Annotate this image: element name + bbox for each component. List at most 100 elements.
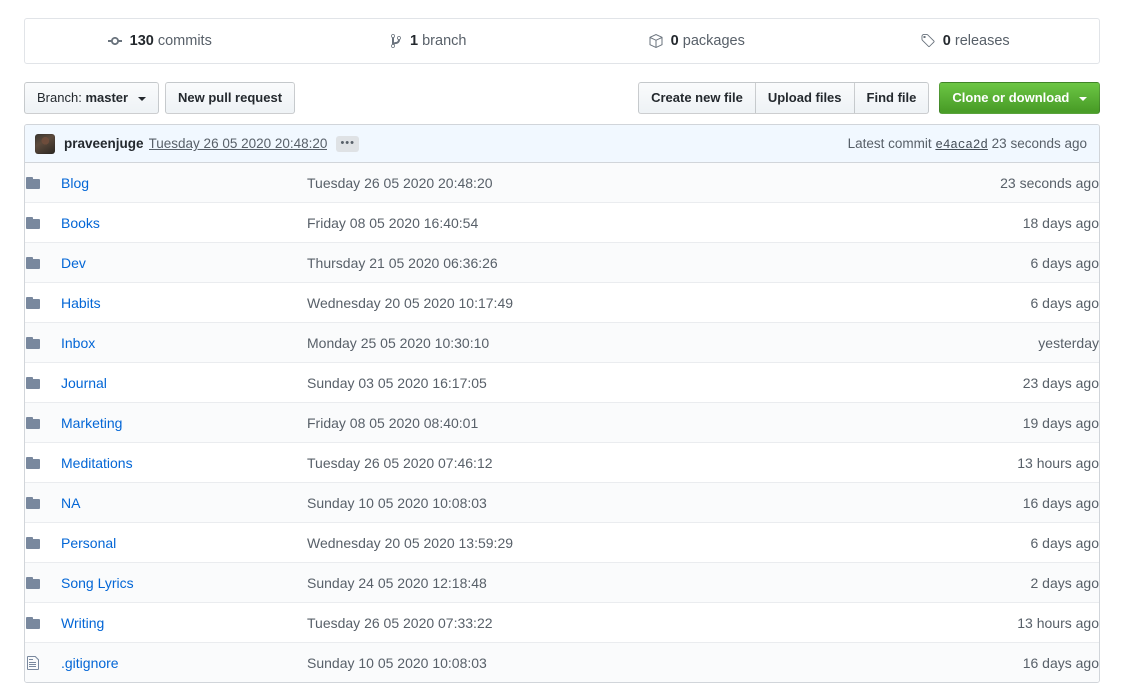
- commit-message-cell: Tuesday 26 05 2020 20:48:20: [307, 163, 919, 203]
- commit-message-link[interactable]: Friday 08 05 2020 16:40:54: [307, 215, 478, 231]
- summary-item-packages: 0 packages: [562, 19, 831, 63]
- commit-message-cell: Friday 08 05 2020 16:40:54: [307, 203, 919, 243]
- commit-message-link[interactable]: Sunday 10 05 2020 10:08:03: [307, 495, 487, 511]
- commit-age-cell: 6 days ago: [919, 523, 1099, 563]
- avatar: [35, 134, 55, 154]
- commit-author-link[interactable]: praveenjuge: [64, 136, 144, 151]
- folder-icon: [25, 203, 61, 243]
- expand-commit-message-button[interactable]: •••: [336, 136, 359, 152]
- file-name-link[interactable]: Dev: [61, 255, 86, 271]
- folder-icon: [25, 243, 61, 283]
- commit-age-cell: 18 days ago: [919, 203, 1099, 243]
- table-row[interactable]: BlogTuesday 26 05 2020 20:48:2023 second…: [25, 163, 1099, 203]
- branch-name-label: master: [85, 90, 128, 105]
- table-row[interactable]: Habits Wednesday 20 05 2020 10:17:49 6 day…: [25, 283, 1099, 323]
- commit-message-link[interactable]: Sunday 24 05 2020 12:18:48: [307, 575, 487, 591]
- table-row[interactable]: MarketingFriday 08 05 2020 08:40:0119 da…: [25, 403, 1099, 443]
- files-table-body: BlogTuesday 26 05 2020 20:48:2023 second…: [25, 163, 1099, 682]
- file-name-cell: Marketing: [61, 403, 307, 443]
- file-name-cell: Inbox: [61, 323, 307, 363]
- create-new-file-button[interactable]: Create new file: [638, 82, 755, 114]
- releases-label: releases: [955, 33, 1010, 49]
- table-row[interactable]: Books Friday 08 05 2020 16:40:54 18 days a…: [25, 203, 1099, 243]
- file-name-link[interactable]: Song Lyrics: [61, 575, 134, 591]
- commit-message-link[interactable]: Tuesday 26 05 2020 20:48:20: [307, 175, 493, 191]
- summary-item-commits: 130 commits: [25, 19, 294, 63]
- releases-link[interactable]: 0 releases: [920, 33, 1010, 49]
- commit-message-cell: Friday 08 05 2020 08:40:01: [307, 403, 919, 443]
- table-row[interactable]: Journal Sunday 03 05 2020 16:17:05 23 days…: [25, 363, 1099, 403]
- branch-select-button[interactable]: Branch: master: [24, 82, 159, 114]
- table-row[interactable]: WritingTuesday 26 05 2020 07:33:2213 hou…: [25, 603, 1099, 643]
- packages-label: packages: [683, 33, 745, 49]
- file-name-link[interactable]: Books: [61, 215, 100, 231]
- table-row[interactable]: .gitignoreSunday 10 05 2020 10:08:0316 d…: [25, 643, 1099, 683]
- commit-age-cell: 13 hours ago: [919, 443, 1099, 483]
- folder-icon: [25, 483, 61, 523]
- file-name-cell: Meditations: [61, 443, 307, 483]
- commit-message-cell: Thursday 21 05 2020 06:36:26: [307, 243, 919, 283]
- repository-files-page: 130 commits 1 branch: [0, 0, 1122, 685]
- branches-link[interactable]: 1 branch: [389, 33, 466, 49]
- summary-item-branches: 1 branch: [294, 19, 563, 63]
- commit-message-link[interactable]: Thursday 21 05 2020 06:36:26: [307, 255, 498, 271]
- table-row[interactable]: InboxMonday 25 05 2020 10:30:10yesterday: [25, 323, 1099, 363]
- packages-link[interactable]: 0 packages: [648, 33, 745, 49]
- file-name-link[interactable]: Writing: [61, 615, 104, 631]
- table-row[interactable]: NASunday 10 05 2020 10:08:0316 days ago: [25, 483, 1099, 523]
- file-name-link[interactable]: Habits: [61, 295, 101, 311]
- file-name-link[interactable]: Blog: [61, 175, 89, 191]
- commit-sha-link[interactable]: e4aca2d: [935, 138, 988, 152]
- git-commit-icon: [107, 33, 123, 49]
- file-name-link[interactable]: Personal: [61, 535, 116, 551]
- commit-message-cell: Sunday 03 05 2020 16:17:05: [307, 363, 919, 403]
- commits-count: 130: [130, 33, 154, 49]
- file-name-cell: NA: [61, 483, 307, 523]
- file-name-link[interactable]: NA: [61, 495, 80, 511]
- commits-link[interactable]: 130 commits: [107, 33, 212, 49]
- file-name-cell: Journal: [61, 363, 307, 403]
- table-row[interactable]: Personal Wednesday 20 05 2020 13:59:29 6 d…: [25, 523, 1099, 563]
- file-buttons-group: Create new file Upload files Find file: [638, 82, 929, 114]
- commit-message-link[interactable]: Wednesday 20 05 2020 13:59:29: [307, 535, 513, 551]
- commit-age-cell: 23 days ago: [919, 363, 1099, 403]
- new-pull-request-button[interactable]: New pull request: [165, 82, 295, 114]
- folder-icon: [25, 523, 61, 563]
- commit-message-link[interactable]: Sunday 03 05 2020 16:17:05: [307, 375, 487, 391]
- files-table: BlogTuesday 26 05 2020 20:48:2023 second…: [25, 163, 1099, 682]
- file-name-cell: Song Lyrics: [61, 563, 307, 603]
- file-name-link[interactable]: .gitignore: [61, 655, 119, 671]
- file-name-link[interactable]: Inbox: [61, 335, 95, 351]
- find-file-button[interactable]: Find file: [854, 82, 930, 114]
- table-row[interactable]: Song LyricsSunday 24 05 2020 12:18:482 d…: [25, 563, 1099, 603]
- latest-commit-age: 23 seconds ago: [992, 136, 1087, 151]
- file-navigation-toolbar: Branch: master New pull request Create n…: [24, 82, 1100, 116]
- table-row[interactable]: DevThursday 21 05 2020 06:36:266 days ag…: [25, 243, 1099, 283]
- commit-message-link[interactable]: Friday 08 05 2020 08:40:01: [307, 415, 478, 431]
- folder-icon: [25, 363, 61, 403]
- commit-message-link[interactable]: Wednesday 20 05 2020 10:17:49: [307, 295, 513, 311]
- commit-message-link[interactable]: Tuesday 26 05 2020 07:46:12: [307, 455, 493, 471]
- commit-message-link[interactable]: Tuesday 26 05 2020 20:48:20: [149, 136, 328, 151]
- commit-message-link[interactable]: Sunday 10 05 2020 10:08:03: [307, 655, 487, 671]
- file-icon: [25, 643, 61, 683]
- repository-summary-bar: 130 commits 1 branch: [24, 18, 1100, 64]
- file-name-link[interactable]: Meditations: [61, 455, 133, 471]
- table-row[interactable]: Meditations Tuesday 26 05 2020 07:46:12 13…: [25, 443, 1099, 483]
- git-branch-icon: [389, 33, 403, 49]
- file-name-cell: .gitignore: [61, 643, 307, 683]
- latest-commit-bar: praveenjuge Tuesday 26 05 2020 20:48:20 …: [25, 125, 1099, 163]
- upload-files-button[interactable]: Upload files: [755, 82, 854, 114]
- commit-message-cell: Sunday 10 05 2020 10:08:03: [307, 483, 919, 523]
- commit-message-link[interactable]: Tuesday 26 05 2020 07:33:22: [307, 615, 493, 631]
- folder-icon: [25, 563, 61, 603]
- clone-or-download-button[interactable]: Clone or download: [939, 82, 1100, 114]
- file-name-cell: Blog: [61, 163, 307, 203]
- commit-message-link[interactable]: Monday 25 05 2020 10:30:10: [307, 335, 489, 351]
- folder-icon: [25, 403, 61, 443]
- commit-age-cell: 6 days ago: [919, 283, 1099, 323]
- file-name-link[interactable]: Journal: [61, 375, 107, 391]
- commits-label: commits: [158, 33, 212, 49]
- latest-commit-label: Latest commit: [848, 136, 932, 151]
- file-name-link[interactable]: Marketing: [61, 415, 122, 431]
